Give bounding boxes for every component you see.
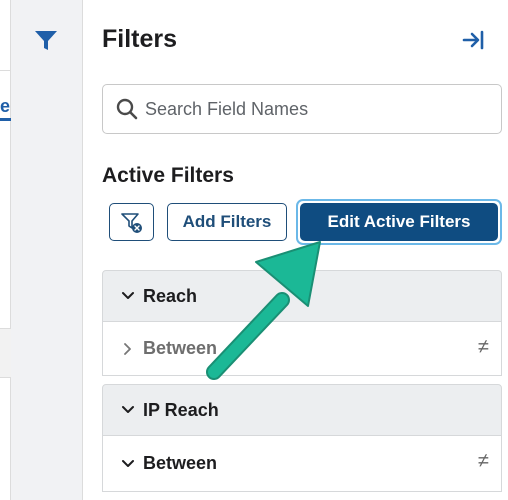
tab-fragment[interactable]: e — [0, 96, 10, 117]
active-tab-underline — [0, 118, 11, 121]
condition-label: Between — [143, 453, 218, 473]
filters-panel: Filters Active Filters Add Filters Edit … — [83, 0, 508, 500]
panel-title: Filters — [102, 25, 178, 53]
not-equal-icon[interactable]: ≠ — [478, 450, 489, 473]
active-filters-heading: Active Filters — [102, 164, 234, 187]
condition-label: Between — [143, 338, 218, 358]
filter-condition-row[interactable]: Between ≠ — [102, 322, 502, 376]
search-field[interactable] — [102, 84, 502, 134]
table-row — [0, 328, 11, 378]
chevron-down-icon — [122, 292, 134, 299]
edit-active-filters-button[interactable]: Edit Active Filters — [300, 203, 498, 241]
chevron-down-icon — [122, 459, 134, 467]
main-content-edge: e — [0, 0, 11, 500]
divider — [0, 70, 11, 71]
filter-group-reach[interactable]: Reach — [102, 270, 502, 322]
chevron-right-icon — [124, 342, 131, 355]
clear-filter-icon — [121, 213, 142, 233]
filter-rail — [11, 0, 83, 500]
filter-group-ip-reach[interactable]: IP Reach — [102, 384, 502, 436]
search-icon — [116, 98, 138, 120]
filter-icon[interactable] — [34, 30, 58, 52]
group-label: IP Reach — [143, 399, 219, 420]
collapse-right-icon[interactable] — [461, 28, 487, 52]
chevron-down-icon — [122, 406, 134, 413]
add-filters-button[interactable]: Add Filters — [167, 203, 287, 241]
clear-filters-button[interactable] — [109, 203, 154, 241]
group-label: Reach — [143, 285, 198, 306]
search-input[interactable] — [145, 95, 485, 123]
not-equal-icon[interactable]: ≠ — [478, 336, 489, 359]
filter-condition-row[interactable]: Between ≠ — [102, 436, 502, 492]
